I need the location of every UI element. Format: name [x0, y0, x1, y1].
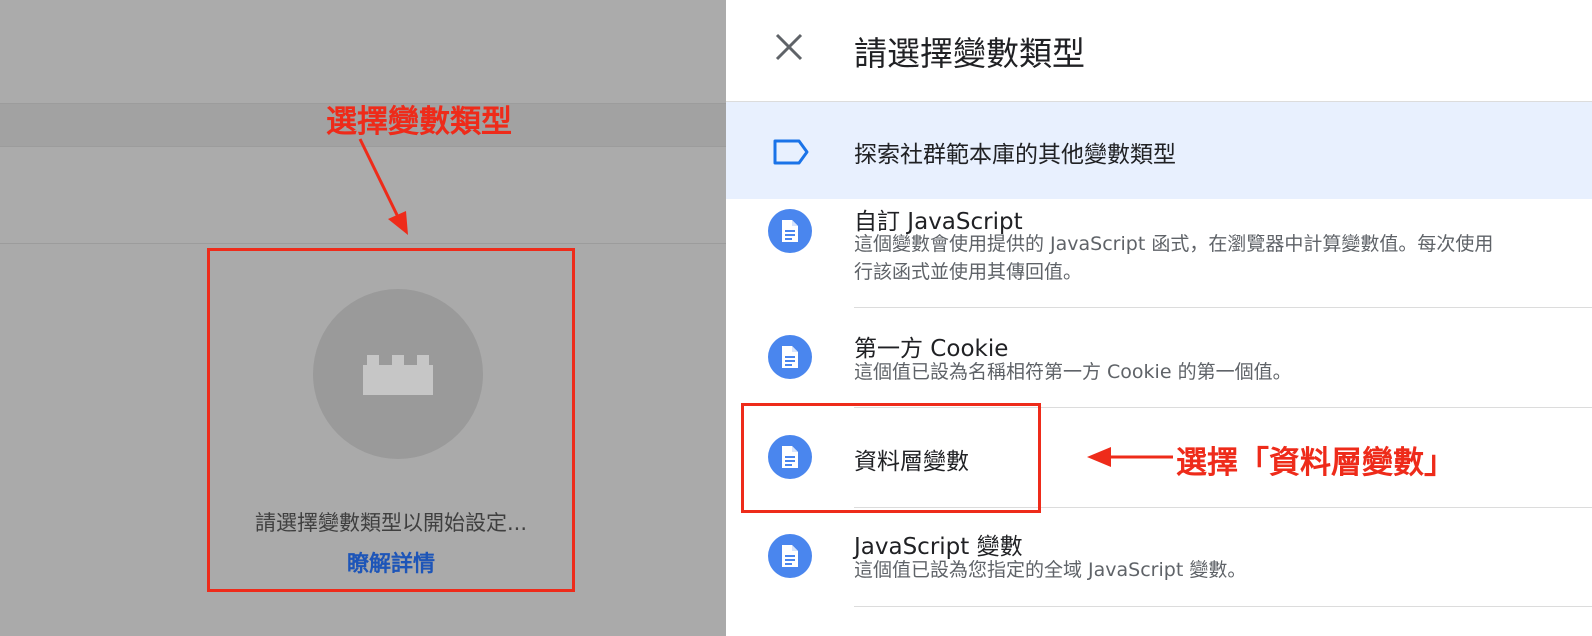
editor-header-band: [0, 0, 726, 104]
variable-type-first-party-cookie[interactable]: 第一方 Cookie 這個值已設為名稱相符第一方 Cookie 的第一個值。: [726, 309, 1592, 408]
document-icon: [768, 534, 812, 578]
variable-type-custom-javascript[interactable]: 自訂 JavaScript 這個變數會使用提供的 JavaScript 函式，在…: [726, 200, 1592, 308]
item-divider: [854, 606, 1592, 607]
item-description-line1: 這個值已設為名稱相符第一方 Cookie 的第一個值。: [854, 361, 1292, 383]
community-gallery-row[interactable]: 探索社群範本庫的其他變數類型: [726, 102, 1592, 199]
item-description-line1: 這個值已設為您指定的全域 JavaScript 變數。: [854, 559, 1247, 581]
variable-config-empty-state[interactable]: 請選擇變數類型以開始設定... 瞭解詳情: [207, 248, 575, 592]
annotation-arrow-down-icon: [358, 138, 408, 235]
item-divider: [854, 307, 1592, 308]
community-gallery-label: 探索社群範本庫的其他變數類型: [854, 142, 1176, 168]
variable-type-panel: 請選擇變數類型 探索社群範本庫的其他變數類型 自訂 JavaScript 這個變…: [726, 0, 1592, 636]
close-icon[interactable]: [772, 30, 806, 64]
item-description-line2: 行該函式並使用其傳回值。: [854, 261, 1083, 283]
panel-header: 請選擇變數類型: [726, 0, 1592, 102]
annotation-arrow-left-icon: [1087, 447, 1173, 467]
variable-type-javascript-variable[interactable]: JavaScript 變數 這個值已設為您指定的全域 JavaScript 變數…: [726, 509, 1592, 608]
document-icon: [768, 335, 812, 379]
empty-state-message: 請選擇變數類型以開始設定...: [254, 511, 528, 535]
panel-title: 請選擇變數類型: [854, 34, 1085, 73]
tag-icon: [773, 139, 809, 165]
background-editor-area: 選擇變數類型 請選擇變數類型以開始設定... 瞭解詳情: [0, 0, 726, 636]
annotation-choose-data-layer-variable: 選擇「資料層變數」: [1176, 445, 1455, 481]
item-description-line1: 這個變數會使用提供的 JavaScript 函式，在瀏覽器中計算變數值。每次使用: [854, 233, 1494, 255]
document-icon: [768, 209, 812, 253]
brick-icon: [363, 355, 433, 395]
learn-more-link[interactable]: 瞭解詳情: [210, 546, 572, 578]
annotation-highlight-data-layer: [741, 403, 1041, 513]
brick-placeholder: [313, 289, 483, 459]
